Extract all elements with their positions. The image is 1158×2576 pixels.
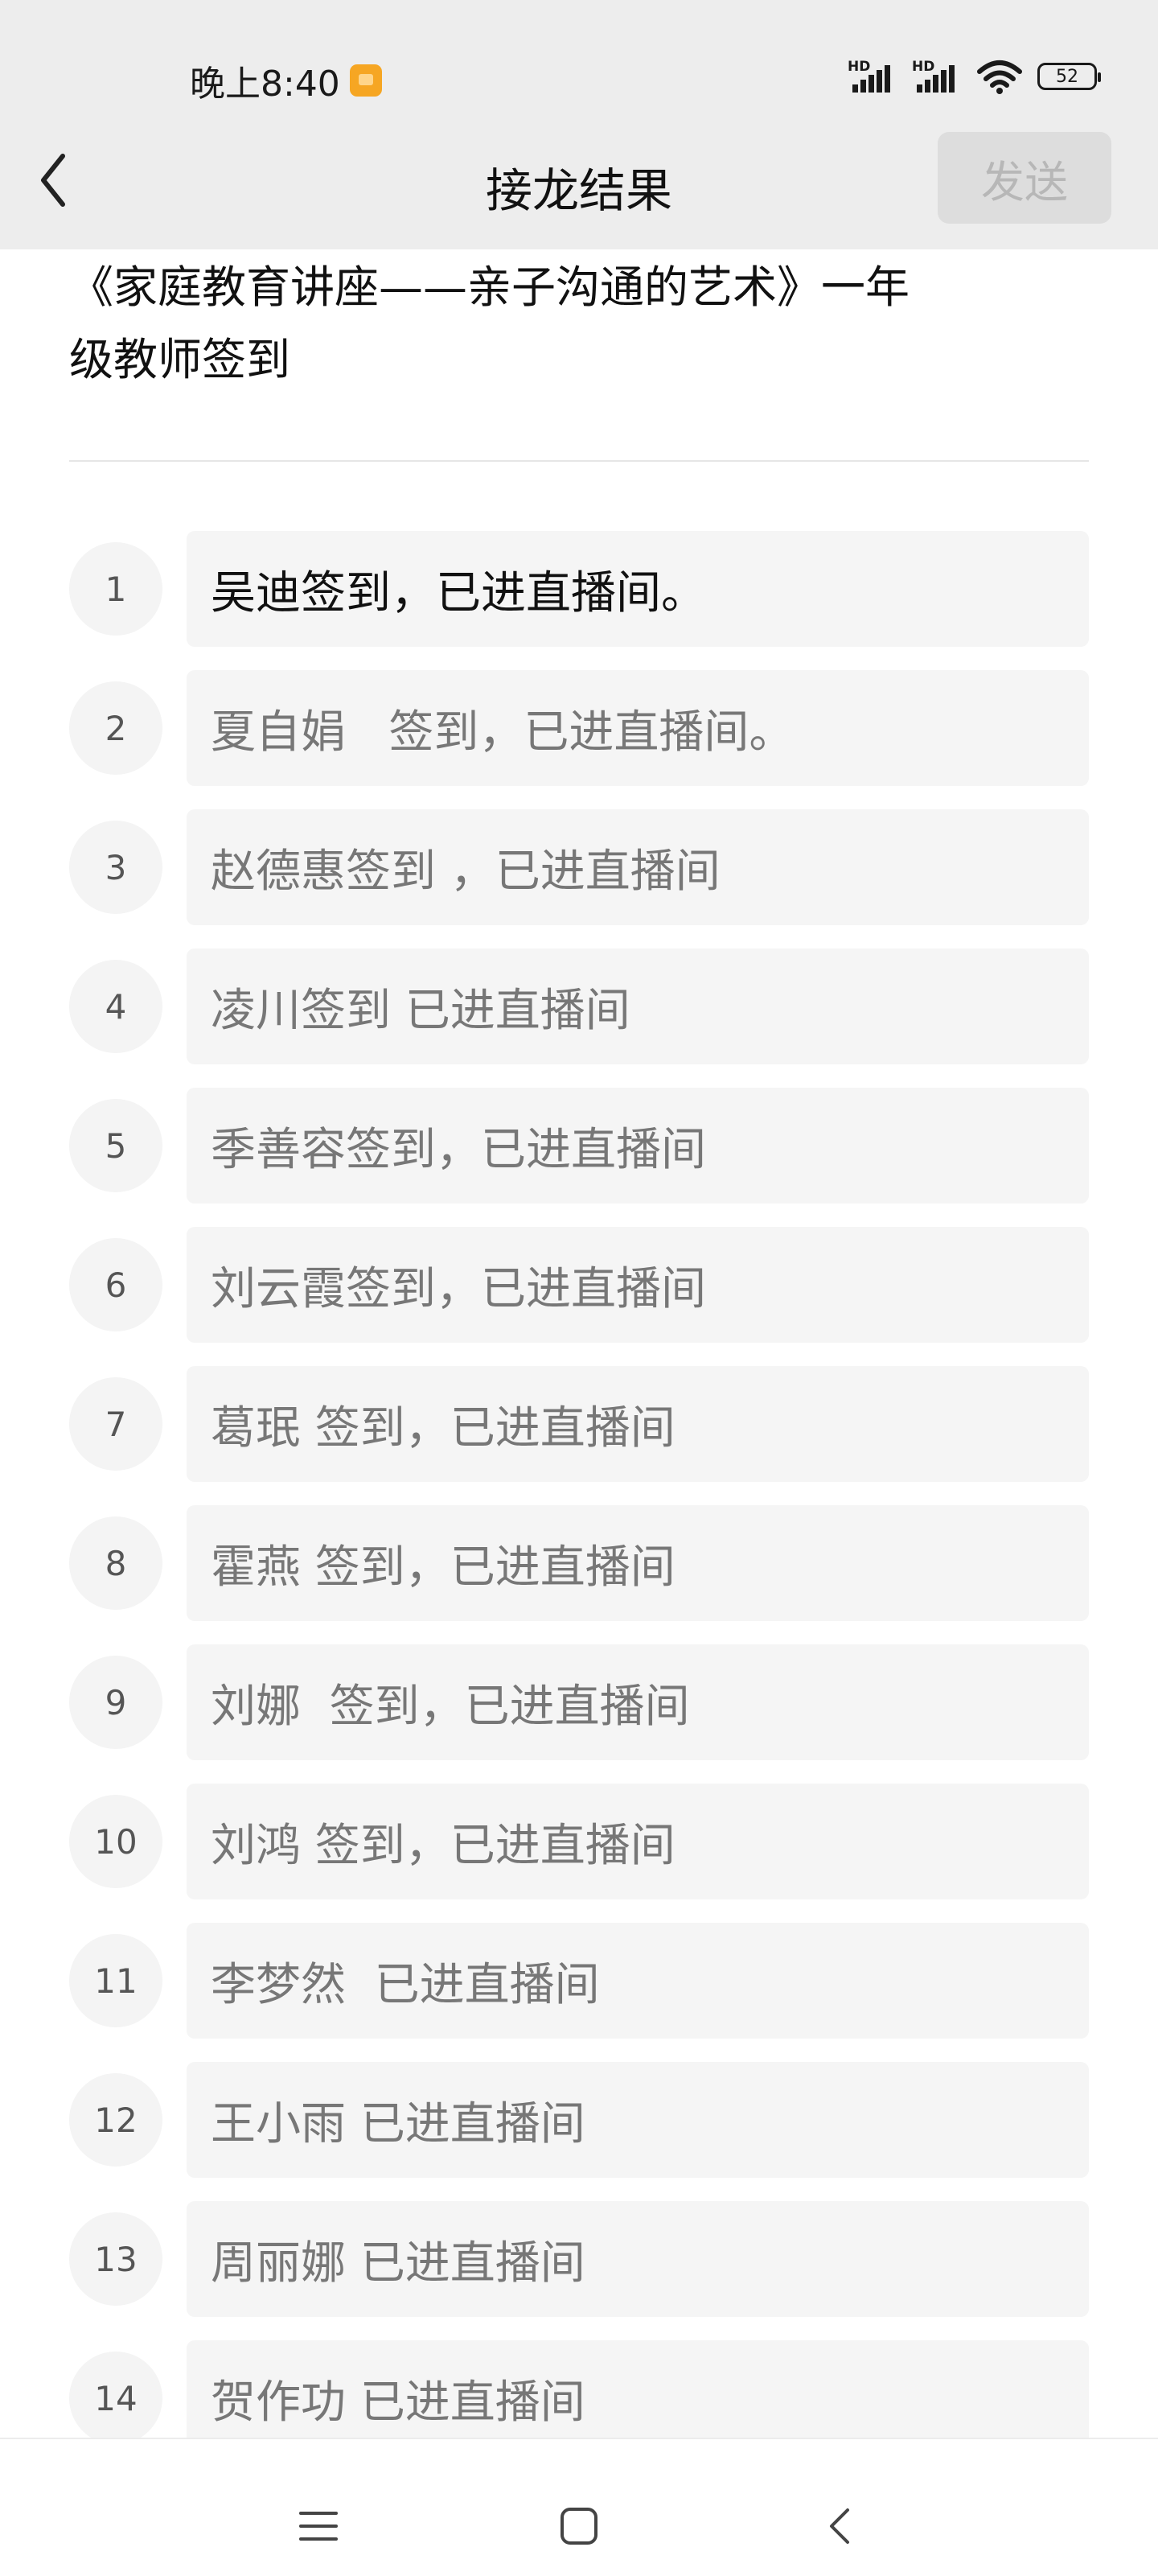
entry-text-field[interactable]: 霍燕 签到，已进直播间 <box>187 1505 1089 1621</box>
entry-index: 8 <box>69 1516 162 1610</box>
wifi-icon <box>977 60 1022 94</box>
entry-index: 3 <box>69 821 162 914</box>
entry-index: 10 <box>69 1795 162 1888</box>
send-button[interactable]: 发送 <box>938 132 1111 224</box>
battery-icon: 52 <box>1037 63 1101 90</box>
top-header: 晚上8:40 HD HD 52 接龙结果 发送 <box>0 0 1158 249</box>
entry-text-field[interactable]: 赵德惠签到 ，已进直播间 <box>187 809 1089 925</box>
list-item: 3 赵德惠签到 ，已进直播间 <box>0 809 1158 927</box>
entry-text-field[interactable]: 季善容签到，已进直播间 <box>187 1088 1089 1204</box>
entry-index: 11 <box>69 1934 162 2027</box>
entry-text-field[interactable]: 刘鸿 签到，已进直播间 <box>187 1784 1089 1899</box>
entry-text-field[interactable]: 吴迪签到，已进直播间。 <box>187 531 1089 647</box>
menu-icon[interactable] <box>296 2504 341 2549</box>
entry-text-field[interactable]: 王小雨 已进直播间 <box>187 2062 1089 2178</box>
document-title-line-1: 《家庭教育讲座——亲子沟通的艺术》一年 <box>69 261 910 313</box>
entry-index: 4 <box>69 960 162 1053</box>
list-item: 5 季善容签到，已进直播间 <box>0 1088 1158 1205</box>
entry-index: 1 <box>69 542 162 636</box>
back-icon[interactable] <box>819 2504 864 2549</box>
entry-text-field[interactable]: 李梦然 已进直播间 <box>187 1923 1089 2039</box>
entry-index: 2 <box>69 681 162 775</box>
entry-index: 13 <box>69 2212 162 2306</box>
entry-text-field[interactable]: 葛珉 签到，已进直播间 <box>187 1366 1089 1482</box>
status-time: 晚上8:40 <box>190 55 382 106</box>
divider <box>69 460 1089 462</box>
list-item: 11 李梦然 已进直播间 <box>0 1923 1158 2040</box>
entry-text-field[interactable]: 刘娜 签到，已进直播间 <box>187 1644 1089 1760</box>
list-item: 4 凌川签到 已进直播间 <box>0 949 1158 1066</box>
document-title: 《家庭教育讲座——亲子沟通的艺术》一年 级教师签到 <box>69 251 1034 396</box>
status-time-text: 晚上8:40 <box>190 64 340 105</box>
entry-text-field[interactable]: 周丽娜 已进直播间 <box>187 2201 1089 2317</box>
list-item: 10 刘鸿 签到，已进直播间 <box>0 1784 1158 1901</box>
list-item: 1 吴迪签到，已进直播间。 <box>0 531 1158 648</box>
entry-index: 14 <box>69 2352 162 2445</box>
signal-icon: HD <box>912 59 962 94</box>
entry-index: 9 <box>69 1656 162 1749</box>
app-notification-icon <box>349 64 382 97</box>
list-item: 2 夏自娟 签到，已进直播间。 <box>0 670 1158 788</box>
list-item: 8 霍燕 签到，已进直播间 <box>0 1505 1158 1623</box>
list-item: 9 刘娜 签到，已进直播间 <box>0 1644 1158 1762</box>
entry-index: 12 <box>69 2073 162 2167</box>
document-title-line-2: 级教师签到 <box>69 334 291 385</box>
signal-icon: HD <box>848 59 897 94</box>
entry-text-field[interactable]: 夏自娟 签到，已进直播间。 <box>187 670 1089 786</box>
system-nav-bar <box>0 2438 1158 2576</box>
entry-index: 5 <box>69 1099 162 1192</box>
home-icon[interactable] <box>556 2504 602 2549</box>
list-item: 12 王小雨 已进直播间 <box>0 2062 1158 2179</box>
entry-index: 7 <box>69 1377 162 1471</box>
status-icons: HD HD 52 <box>848 56 1101 97</box>
list-item: 6 刘云霞签到，已进直播间 <box>0 1227 1158 1344</box>
entry-text-field[interactable]: 凌川签到 已进直播间 <box>187 949 1089 1064</box>
entry-index: 6 <box>69 1238 162 1331</box>
battery-level: 52 <box>1056 66 1078 87</box>
entry-text-field[interactable]: 刘云霞签到，已进直播间 <box>187 1227 1089 1343</box>
list-item: 7 葛珉 签到，已进直播间 <box>0 1366 1158 1483</box>
list-item: 13 周丽娜 已进直播间 <box>0 2201 1158 2319</box>
